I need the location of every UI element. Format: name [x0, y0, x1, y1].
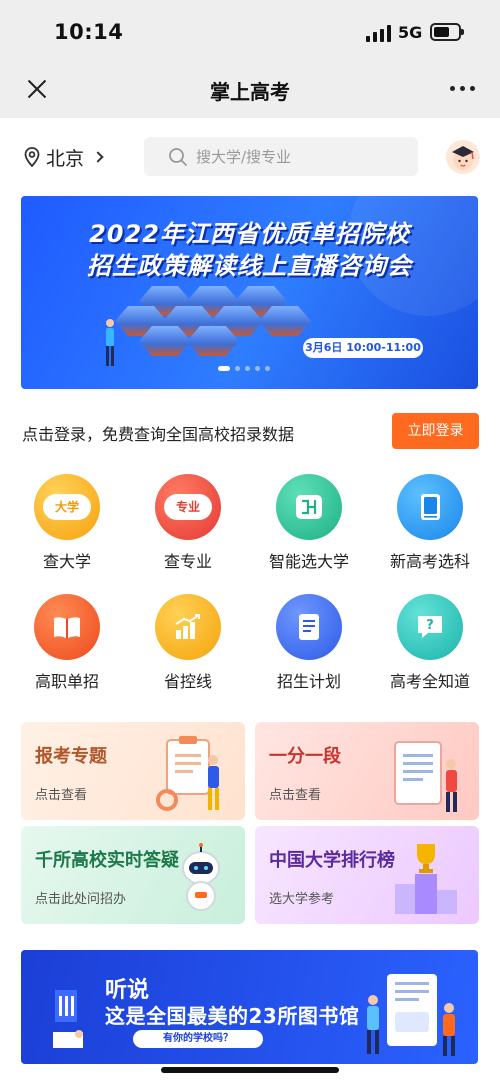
network-label: 5G: [398, 23, 423, 42]
grid-item-gaokao-faq[interactable]: ? 高考全知道: [370, 594, 490, 694]
trophy-podium-icon: [395, 844, 457, 914]
card-subtitle: 点击查看: [269, 788, 322, 803]
chevron-right-icon: [92, 151, 104, 163]
banner-date: 3月6日 10:00-11:00: [303, 338, 423, 358]
svg-text:?: ?: [426, 618, 434, 633]
promo-banner[interactable]: 2022年江西省优质单招院校 招生政策解读线上直播咨询会 3月6日 10:00-…: [21, 196, 478, 389]
banner-subheadline: 招生政策解读线上直播咨询会: [87, 252, 412, 280]
nav-bar: 掌上高考: [0, 62, 500, 118]
grid-item-enrollment-plan[interactable]: 招生计划: [249, 594, 369, 694]
scroll-icon: [276, 594, 342, 660]
avatar[interactable]: [446, 140, 480, 174]
grid-label: 高职单招: [34, 672, 99, 691]
city-label: 北京: [46, 147, 85, 170]
open-book-icon: [34, 594, 100, 660]
status-time: 10:14: [54, 20, 124, 44]
home-indicator[interactable]: [161, 1067, 339, 1073]
location-pin-icon: [24, 147, 40, 167]
banner-tagline: 有你的学校吗？: [133, 1030, 263, 1048]
library-banner[interactable]: 听说 这是全国最美的23所图书馆 有你的学校吗？: [21, 950, 478, 1064]
search-icon: [169, 147, 187, 166]
user-avatar-icon: [452, 146, 474, 170]
university-icon: 大学: [34, 474, 100, 540]
grid-item-smart-pick[interactable]: 智能选大学: [249, 474, 369, 574]
more-icon[interactable]: [450, 84, 478, 94]
card-title: 中国大学排行榜: [269, 850, 395, 871]
grid-item-control-line[interactable]: 省控线: [128, 594, 248, 694]
presenter-figure-icon: [106, 319, 114, 366]
card-university-ranking[interactable]: 中国大学排行榜 选大学参考: [255, 826, 479, 924]
card-title: 报考专题: [35, 746, 107, 767]
smart-pick-icon: [276, 474, 342, 540]
grid-label: 新高考选科: [389, 552, 470, 571]
library-illustration-icon: [367, 974, 455, 1056]
card-subtitle: 选大学参考: [269, 892, 335, 907]
building-illustration-icon: [53, 990, 83, 1048]
campus-photos-image: [99, 280, 311, 360]
clipboard-illustration-icon: [156, 736, 219, 811]
grid-label: 高考全知道: [389, 672, 470, 691]
grid-label: 智能选大学: [268, 552, 349, 571]
card-score-distribution[interactable]: 一分一段 点击查看: [255, 722, 479, 820]
location-selector[interactable]: 北京: [24, 142, 104, 172]
card-subtitle: 点击查看: [35, 788, 88, 803]
page-title: 掌上高考: [210, 80, 290, 104]
search-placeholder: 搜大学/搜专业: [196, 148, 292, 166]
grid-label: 查大学: [42, 552, 91, 571]
grid-label: 省控线: [163, 672, 212, 691]
banner-headline: 2022年江西省优质单招院校: [89, 220, 410, 248]
bar-chart-icon: [155, 594, 221, 660]
search-input[interactable]: 搜大学/搜专业: [144, 137, 418, 176]
grid-item-find-major[interactable]: 专业 查专业: [128, 474, 248, 574]
grid-item-find-university[interactable]: 大学 查大学: [7, 474, 127, 574]
book-icon: [397, 474, 463, 540]
document-illustration-icon: [394, 741, 457, 812]
card-live-qa[interactable]: 千所高校实时答疑 点击此处问招办: [21, 826, 245, 924]
grid-label: 招生计划: [276, 672, 341, 691]
card-title: 一分一段: [269, 746, 341, 767]
major-icon: 专业: [155, 474, 221, 540]
robot-illustration-icon: [182, 843, 220, 911]
banner-subheadline: 这是全国最美的23所图书馆: [105, 1004, 360, 1028]
grid-item-subject-selection[interactable]: 新高考选科: [370, 474, 490, 574]
status-bar: 10:14 5G: [0, 0, 500, 62]
grid-item-vocational[interactable]: 高职单招: [7, 594, 127, 694]
battery-icon: [430, 23, 464, 41]
card-subtitle: 点击此处问招办: [35, 892, 127, 907]
card-application-topics[interactable]: 报考专题 点击查看: [21, 722, 245, 820]
question-bubble-icon: ?: [397, 594, 463, 660]
grid-label: 查专业: [163, 552, 212, 571]
carousel-indicator: [218, 366, 270, 372]
login-button[interactable]: 立即登录: [392, 413, 479, 449]
signal-icon: [366, 25, 392, 42]
login-prompt[interactable]: 点击登录，免费查询全国高校招录数据: [22, 421, 294, 445]
